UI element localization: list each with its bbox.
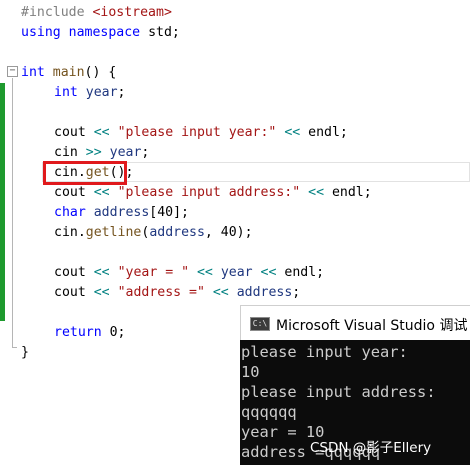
keyword-namespace: namespace <box>68 25 141 40</box>
stream-cout: cout <box>54 265 86 280</box>
code-line-cin-year[interactable]: cin >> year; <box>54 143 149 163</box>
keyword-char: char <box>54 205 86 220</box>
console-output-line: please input year: <box>241 343 408 361</box>
fold-guide-line <box>12 78 13 348</box>
code-line-cout-address-prompt[interactable]: cout << "please input address:" << endl; <box>54 183 372 203</box>
semicolon: ; <box>316 265 325 280</box>
semicolon: ; <box>141 145 150 160</box>
stream-cout: cout <box>54 185 86 200</box>
string-literal: "year = " <box>117 265 190 280</box>
code-line-getline[interactable]: cin.getline(address, 40); <box>54 223 253 243</box>
variable-address: address <box>236 285 293 300</box>
change-tracking-bar <box>0 83 5 321</box>
collapse-toggle-icon[interactable]: − <box>7 66 18 77</box>
code-line-decl-year[interactable]: int year; <box>54 83 126 103</box>
function-main: main <box>52 65 85 80</box>
operator-insert: << <box>93 265 110 280</box>
manipulator-endl: endl <box>308 125 340 140</box>
semicolon: ; <box>339 125 348 140</box>
namespace-std: std; <box>140 25 180 40</box>
array-size: [40]; <box>149 205 189 220</box>
code-line-cout-year-prompt[interactable]: cout << "please input year:" << endl; <box>54 123 348 143</box>
main-signature: () { <box>84 65 117 80</box>
keyword-int: int <box>21 65 45 80</box>
console-output-line: please input address: <box>241 383 436 401</box>
code-line-decl-address[interactable]: char address[40]; <box>54 203 189 223</box>
variable-year: year <box>85 85 118 100</box>
code-line-return[interactable]: return 0; <box>54 323 125 343</box>
operator-insert: << <box>196 265 213 280</box>
console-output-line: qqqqqq <box>241 403 297 421</box>
variable-address: address <box>149 225 205 240</box>
fold-guide-end <box>12 347 17 348</box>
closing-brace: } <box>21 345 29 360</box>
console-titlebar[interactable]: C:\ Microsoft Visual Studio 调试 <box>240 305 470 340</box>
method-getline: getline <box>85 225 142 240</box>
csdn-watermark: CSDN @影子Ellery <box>310 440 432 456</box>
manipulator-endl: endl <box>331 185 364 200</box>
operator-insert: << <box>93 185 110 200</box>
preprocessor-directive: #include <box>21 5 85 20</box>
variable-year: year <box>109 145 142 160</box>
semicolon: ; <box>292 285 301 300</box>
stream-cin: cin <box>54 225 78 240</box>
semicolon: ; <box>363 185 372 200</box>
string-literal: "address =" <box>117 285 205 300</box>
stream-cin: cin <box>54 145 78 160</box>
operator-insert: << <box>260 265 277 280</box>
return-value: 0; <box>101 325 126 340</box>
getline-args: , 40); <box>204 225 253 240</box>
code-line-main[interactable]: int main() { <box>21 63 116 83</box>
variable-year: year <box>220 265 253 280</box>
member-dot: . <box>77 225 86 240</box>
code-line-include[interactable]: #include <iostream> <box>21 3 172 23</box>
manipulator-endl: endl <box>284 265 317 280</box>
keyword-using: using <box>21 25 61 40</box>
variable-address: address <box>93 205 150 220</box>
stream-cout: cout <box>54 285 86 300</box>
code-line-cout-year[interactable]: cout << "year = " << year << endl; <box>54 263 324 283</box>
keyword-return: return <box>54 325 102 340</box>
stream-cout: cout <box>54 125 86 140</box>
operator-extract: >> <box>85 145 102 160</box>
console-title: Microsoft Visual Studio 调试 <box>276 318 468 334</box>
console-output-line: 10 <box>241 363 260 381</box>
semicolon: ; <box>117 85 126 100</box>
keyword-int: int <box>54 85 78 100</box>
operator-insert: << <box>93 285 110 300</box>
operator-insert: << <box>308 185 325 200</box>
code-line-close-brace[interactable]: } <box>21 343 29 363</box>
operator-insert: << <box>212 285 229 300</box>
console-app-icon: C:\ <box>250 317 270 331</box>
code-line-cout-address[interactable]: cout << "address =" << address; <box>54 283 300 303</box>
include-header: <iostream> <box>92 5 172 20</box>
operator-insert: << <box>93 125 110 140</box>
operator-insert: << <box>284 125 301 140</box>
annotation-highlight-box <box>43 161 127 185</box>
string-literal: "please input address:" <box>117 185 301 200</box>
code-line-using[interactable]: using namespace std; <box>21 23 180 43</box>
string-literal: "please input year:" <box>117 125 277 140</box>
